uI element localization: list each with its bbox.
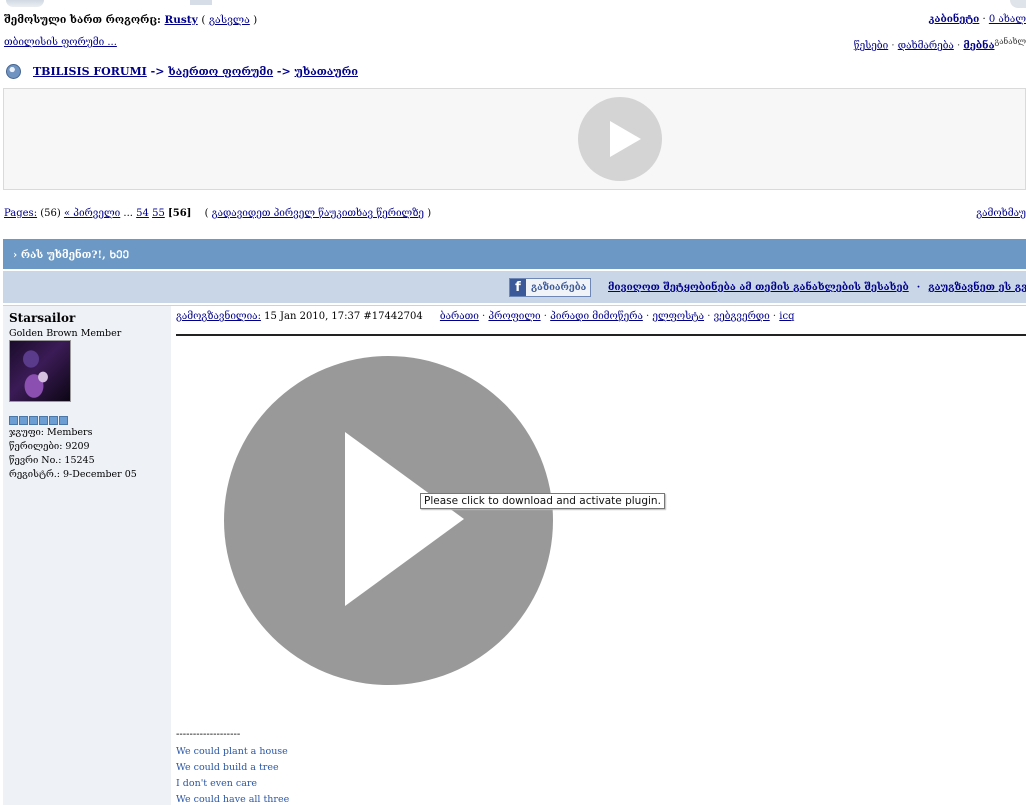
member-number: წევრი No.: 15245 <box>9 455 95 466</box>
signature-line: I don't even care <box>176 778 258 789</box>
breadcrumb: TBILISIS FORUMI -> ხაერთო ფორუმი -> უხათ… <box>33 65 358 78</box>
plugin-tooltip: Please click to download and activate pl… <box>420 493 665 509</box>
logged-in-label: შემოსული ხართ როგორც: <box>4 14 161 26</box>
rank-pip <box>59 416 68 425</box>
post-id: #17442704 <box>360 311 423 322</box>
action-separator: · <box>540 311 551 322</box>
signature-line: We could have all three <box>176 794 290 805</box>
member-group: ჯგუფი: Members <box>9 427 93 438</box>
action-separator: · <box>642 311 653 322</box>
facebook-share-label: გაზიარება <box>531 282 587 293</box>
logout-paren-close: ) <box>249 14 258 26</box>
breadcrumb-general-forum[interactable]: ხაერთო ფორუმი <box>168 65 273 78</box>
share-bar: f გაზიარება მივიღოთ შეტყობინება ამ თემის… <box>3 271 1026 303</box>
my-forum-link[interactable]: თბილისის ფორუმი ... <box>4 37 117 48</box>
member-registered: რეგისტრ.: 9-December 05 <box>9 469 137 480</box>
rank-pip <box>19 416 28 425</box>
member-post-count: წერილები: 9209 <box>9 441 90 452</box>
action-separator: · <box>769 311 780 322</box>
facebook-share-button[interactable]: f გაზიარება <box>509 278 591 297</box>
top-nav: წესები · დახმარება · მებნაგანახლ <box>854 37 1026 51</box>
rank-pip <box>9 416 18 425</box>
facebook-icon: f <box>510 279 526 296</box>
signature-divider: ------------------- <box>176 729 241 740</box>
rank-pip <box>29 416 38 425</box>
profile-link[interactable]: პროფილი <box>488 311 540 322</box>
my-forum-link-row: თბილისის ფორუმი ... <box>4 37 117 48</box>
new-messages-link[interactable]: 0 ახალ <box>989 14 1026 25</box>
page-link-54[interactable]: 54 <box>136 208 149 219</box>
website-link[interactable]: ვებგვერდი <box>714 311 770 322</box>
cabinet-link[interactable]: კაბინეტი <box>929 14 980 25</box>
top-banner-image-middle <box>190 0 212 5</box>
member-title: Golden Brown Member <box>9 328 122 339</box>
page-link-55[interactable]: 55 <box>152 208 165 219</box>
username-link[interactable]: Rusty <box>165 14 198 26</box>
play-icon[interactable] <box>224 356 553 685</box>
email-link[interactable]: ელფოსტა <box>652 311 704 322</box>
pagination-right: გამოხმაუ <box>976 208 1026 219</box>
breadcrumb-untitled[interactable]: უხათაური <box>295 65 358 78</box>
top-banner-image-left <box>6 0 44 7</box>
reply-link[interactable]: გამოხმაუ <box>976 208 1026 219</box>
inbox-status: კაბინეტი · 0 ახალ <box>929 14 1026 25</box>
rank-pips <box>9 416 68 425</box>
breadcrumb-separator: -> <box>146 65 169 78</box>
inbox-separator: · <box>979 14 989 25</box>
help-link[interactable]: დახმარება <box>898 40 954 51</box>
post-header-rule <box>176 334 1026 336</box>
current-page: [56] <box>168 208 192 219</box>
avatar <box>9 340 71 402</box>
post-author-name[interactable]: Starsailor <box>9 311 75 325</box>
breadcrumb-separator: -> <box>273 65 295 78</box>
page-count: (56) <box>40 208 61 219</box>
rank-pip <box>39 416 48 425</box>
rank-pip <box>49 416 58 425</box>
first-page-link[interactable]: « პირველი <box>64 208 120 219</box>
logged-in-status: შემოსული ხართ როგორც: Rusty ( გასვლა ) <box>4 14 257 26</box>
first-unread-link[interactable]: გადავიდეთ პირველ წაუკითხავ წერილზე <box>212 208 424 219</box>
subscribe-topic-link[interactable]: მივიღოთ შეტყობინება ამ თემის განახლების … <box>608 282 909 293</box>
options-separator: · <box>916 282 921 293</box>
signature-line: We could build a tree <box>176 762 279 773</box>
topic-title: › რას უხმენთ?!, ᲮᲔᲔ <box>13 249 130 261</box>
send-page-link[interactable]: გაუგზავნეთ ეს გვ <box>928 282 1026 293</box>
action-separator: · <box>478 311 489 322</box>
rules-link[interactable]: წესები <box>854 40 888 51</box>
ad-plugin-box[interactable] <box>3 88 1026 190</box>
pagination-ellipsis: ... <box>120 208 137 219</box>
topic-header: › რას უხმენთ?!, ᲮᲔᲔ <box>3 239 1026 269</box>
logout-paren-open: ( <box>201 14 209 26</box>
unread-paren-open: ( <box>204 208 212 219</box>
breadcrumb-forum-home[interactable]: TBILISIS FORUMI <box>33 65 147 78</box>
search-link[interactable]: მებნა <box>963 40 994 51</box>
top-banner-image-right <box>1010 0 1026 8</box>
play-icon[interactable] <box>578 97 662 181</box>
private-message-link[interactable]: პირადი მიმოწერა <box>550 311 643 322</box>
pagination: Pages: (56) « პირველი ... 54 55 [56] ( გ… <box>4 208 431 219</box>
pages-label[interactable]: Pages: <box>4 208 37 219</box>
icq-link[interactable]: icq <box>779 311 794 322</box>
signature-line: We could plant a house <box>176 746 288 757</box>
card-link[interactable]: ბარათი <box>440 311 479 322</box>
forum-nav-icon <box>6 64 21 79</box>
topic-options: მივიღოთ შეტყობინება ამ თემის განახლების … <box>608 282 1026 293</box>
post-date: 15 Jan 2010, 17:37 <box>260 311 361 322</box>
updates-link[interactable]: განახლ <box>995 37 1026 46</box>
action-separator: · <box>704 311 714 322</box>
posted-label[interactable]: გამოგზავნილია: <box>176 311 261 322</box>
logout-link[interactable]: გასვლა <box>209 14 250 26</box>
unread-paren-close: ) <box>424 208 432 219</box>
post-meta: გამოგზავნილია: 15 Jan 2010, 17:37 #17442… <box>176 311 794 322</box>
